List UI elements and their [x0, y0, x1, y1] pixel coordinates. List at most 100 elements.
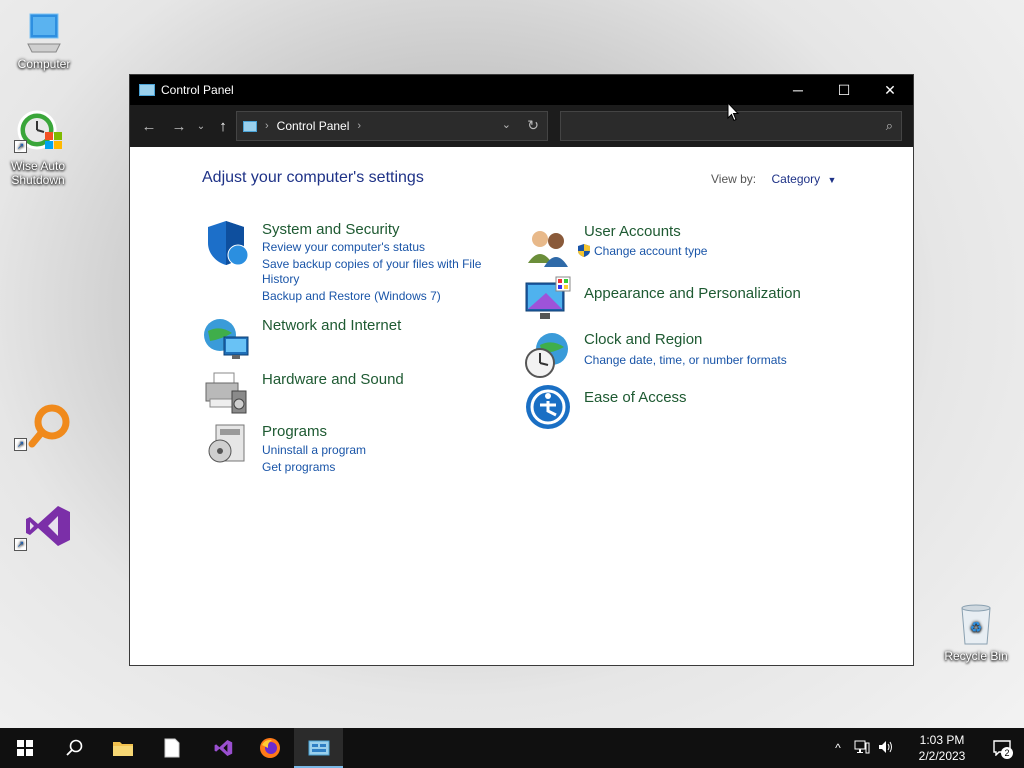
window-title: Control Panel	[161, 83, 234, 97]
desktop-icon-wise-auto-shutdown[interactable]: Wise Auto Shutdown ↗	[0, 106, 80, 187]
view-by-label: View by:	[711, 172, 757, 186]
start-button[interactable]	[0, 728, 49, 768]
taskbar-firefox[interactable]	[245, 728, 294, 768]
breadcrumb-control-panel[interactable]: Control Panel	[277, 119, 350, 133]
category-system-and-security: System and Security Review your computer…	[202, 219, 502, 309]
shortcut-arrow-icon: ↗	[14, 140, 27, 153]
category-clock-and-region: Clock and Region Change date, time, or n…	[524, 331, 824, 381]
network-icon[interactable]	[850, 740, 874, 757]
category-title[interactable]: Hardware and Sound	[262, 371, 404, 388]
category-user-accounts: User Accounts Change account type	[524, 223, 804, 273]
category-title[interactable]: User Accounts	[584, 223, 681, 240]
category-programs: Programs Uninstall a program Get program…	[202, 419, 502, 474]
category-network-and-internet: Network and Internet	[202, 315, 502, 365]
system-tray: ^ 1:03 PM 2/2/2023 2	[826, 728, 1024, 768]
maximize-button[interactable]: ☐	[821, 75, 867, 105]
clock-globe-icon	[525, 333, 568, 378]
link-get-programs[interactable]: Get programs	[262, 460, 335, 475]
breadcrumb-separator-trailing[interactable]: ›	[357, 120, 361, 132]
firefox-icon	[259, 738, 280, 758]
page-heading: Adjust your computer's settings	[202, 169, 424, 186]
uac-shield-icon	[578, 244, 590, 257]
category-title[interactable]: Network and Internet	[262, 317, 401, 334]
view-by: View by: Category ▼	[711, 172, 836, 186]
taskbar-search-button[interactable]	[49, 728, 98, 768]
desktop-icon-label: Recycle Bin	[944, 649, 1008, 663]
search-icon	[65, 739, 82, 756]
link-save-backup[interactable]: Save backup copies of your files with Fi…	[262, 257, 481, 272]
link-uninstall-program[interactable]: Uninstall a program	[262, 443, 366, 458]
notification-count-badge: 2	[1001, 747, 1013, 759]
back-button[interactable]: ←	[134, 111, 164, 141]
document-icon	[164, 738, 179, 758]
main-content: Adjust your computer's settings View by:…	[130, 147, 913, 665]
control-panel-icon	[308, 740, 329, 756]
visual-studio-icon	[214, 740, 232, 756]
taskbar-notepad[interactable]	[147, 728, 196, 768]
close-button[interactable]: ✕	[867, 75, 913, 105]
up-button[interactable]: ↑	[208, 111, 238, 141]
address-bar[interactable]: › Control Panel › ⌄ ↻	[236, 111, 548, 141]
action-center-button[interactable]: 2	[980, 728, 1024, 768]
programs-icon	[208, 424, 245, 463]
clock[interactable]: 1:03 PM 2/2/2023	[904, 732, 980, 764]
desktop-icon-label: Wise Auto Shutdown	[10, 159, 66, 187]
category-title[interactable]: Ease of Access	[584, 389, 687, 406]
title-bar[interactable]: Control Panel ─ ☐ ✕	[130, 75, 913, 105]
control-panel-icon	[243, 120, 257, 132]
control-panel-window: Control Panel ─ ☐ ✕ ← → ⌄ ↑ › Control Pa…	[129, 74, 914, 666]
category-ease-of-access: Ease of Access	[524, 383, 824, 433]
users-icon	[528, 231, 568, 267]
shield-icon	[208, 221, 249, 266]
search-icon[interactable]: ⌕	[886, 118, 893, 134]
taskbar-file-explorer[interactable]	[98, 728, 147, 768]
caret-down-icon[interactable]: ▼	[828, 175, 837, 185]
navigation-bar: ← → ⌄ ↑ › Control Panel › ⌄ ↻ ⌕	[130, 105, 913, 147]
minimize-button[interactable]: ─	[775, 75, 821, 105]
monitor-icon	[525, 276, 571, 319]
search-input[interactable]	[561, 112, 869, 140]
windows-logo-icon	[16, 740, 33, 756]
category-title[interactable]: Clock and Region	[584, 331, 702, 348]
category-hardware-and-sound: Hardware and Sound	[202, 369, 502, 419]
printer-icon	[205, 372, 247, 414]
view-by-dropdown[interactable]: Category	[771, 172, 820, 186]
recent-locations-button[interactable]: ⌄	[194, 111, 208, 141]
control-panel-app-icon	[139, 84, 155, 96]
recycle-bin-icon: ♻	[961, 604, 991, 645]
link-save-backup-cont[interactable]: History	[262, 272, 299, 287]
breadcrumb-separator[interactable]: ›	[265, 120, 269, 132]
category-title[interactable]: Programs	[262, 423, 327, 440]
link-review-status[interactable]: Review your computer's status	[262, 240, 425, 255]
link-backup-restore[interactable]: Backup and Restore (Windows 7)	[262, 289, 441, 304]
desktop-icon-visual-studio[interactable]: ↗	[2, 502, 82, 553]
desktop-icon-recycle-bin[interactable]: ♻ Recycle Bin	[936, 602, 1016, 663]
address-dropdown-button[interactable]: ⌄	[502, 118, 511, 131]
mouse-cursor-icon	[727, 102, 739, 122]
clock-date: 2/2/2023	[918, 749, 966, 763]
globe-network-icon	[204, 319, 249, 359]
taskbar-visual-studio[interactable]	[196, 728, 245, 768]
taskbar-control-panel[interactable]	[294, 728, 343, 768]
clock-time: 1:03 PM	[919, 733, 965, 747]
ease-of-access-icon	[526, 385, 570, 429]
link-change-account-type-label[interactable]: Change account type	[594, 244, 707, 258]
volume-icon[interactable]	[874, 740, 898, 757]
computer-icon	[27, 13, 61, 53]
desktop-icon-search-app[interactable]: ↗	[2, 402, 82, 455]
link-change-account-type[interactable]: Change account type	[578, 244, 707, 259]
taskbar: ^ 1:03 PM 2/2/2023 2	[0, 728, 1024, 768]
refresh-button[interactable]: ↻	[527, 117, 539, 134]
shortcut-arrow-icon: ↗	[14, 538, 27, 551]
folder-icon	[112, 742, 133, 756]
link-change-date-time-formats[interactable]: Change date, time, or number formats	[584, 353, 787, 368]
category-appearance-and-personalization: Appearance and Personalization	[524, 275, 824, 325]
desktop-icon-computer[interactable]: Computer	[4, 10, 84, 71]
svg-text:♻: ♻	[970, 620, 983, 636]
category-title[interactable]: Appearance and Personalization	[584, 285, 801, 302]
forward-button[interactable]: →	[164, 111, 194, 141]
desktop-icon-label: Computer	[17, 57, 71, 71]
shortcut-arrow-icon: ↗	[14, 438, 27, 451]
show-hidden-icons-button[interactable]: ^	[826, 741, 850, 755]
category-title[interactable]: System and Security	[262, 221, 400, 238]
